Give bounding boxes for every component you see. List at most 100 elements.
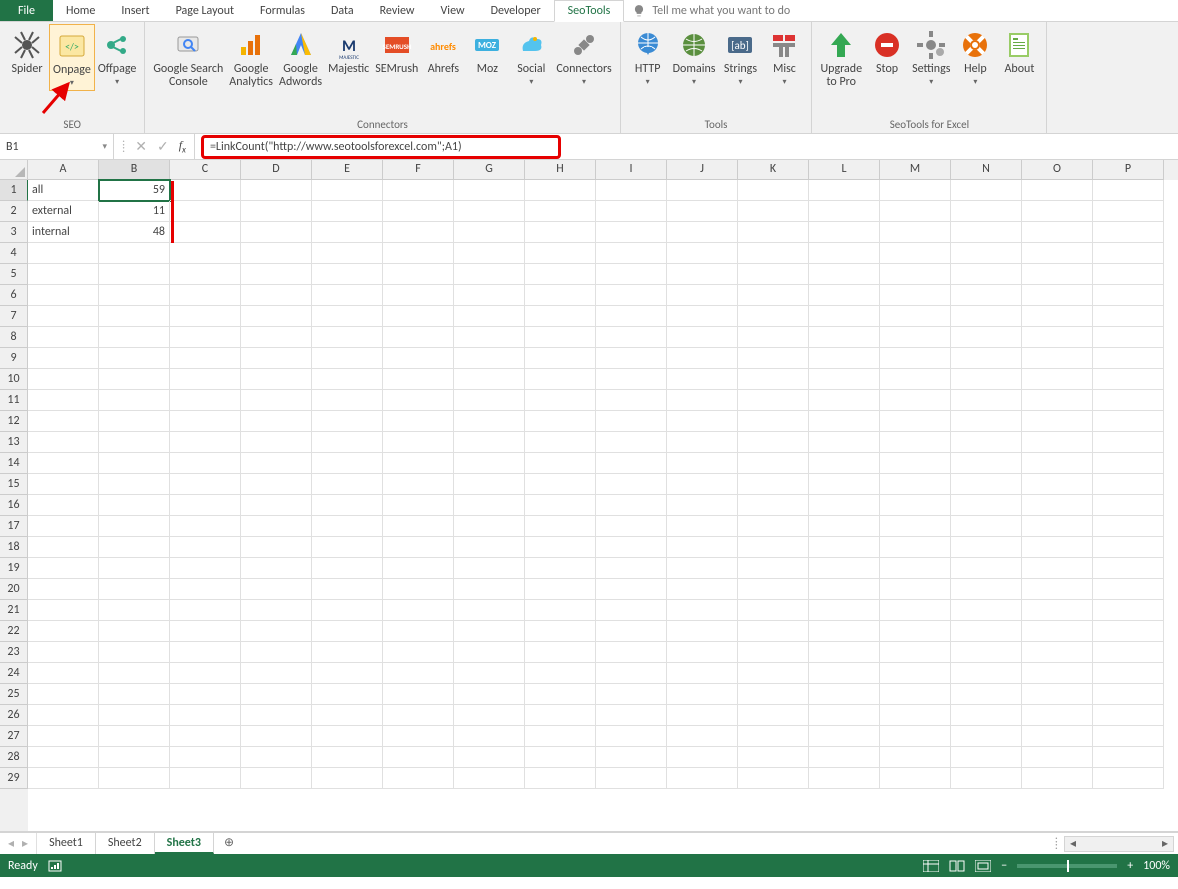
cell-P27[interactable] xyxy=(1093,726,1164,747)
cell-P10[interactable] xyxy=(1093,369,1164,390)
cell-H1[interactable] xyxy=(525,180,596,201)
cell-A3[interactable]: internal xyxy=(28,222,99,243)
cell-J8[interactable] xyxy=(667,327,738,348)
cell-K26[interactable] xyxy=(738,705,809,726)
cell-H3[interactable] xyxy=(525,222,596,243)
cell-C16[interactable] xyxy=(170,495,241,516)
cell-O28[interactable] xyxy=(1022,747,1093,768)
cell-K25[interactable] xyxy=(738,684,809,705)
cell-M24[interactable] xyxy=(880,663,951,684)
cell-A25[interactable] xyxy=(28,684,99,705)
cell-G11[interactable] xyxy=(454,390,525,411)
cancel-icon[interactable]: ✕ xyxy=(135,138,147,155)
spreadsheet-grid[interactable]: ABCDEFGHIJKLMNOP 12345678910111213141516… xyxy=(0,160,1178,832)
cell-O14[interactable] xyxy=(1022,453,1093,474)
cell-D29[interactable] xyxy=(241,768,312,789)
cell-K13[interactable] xyxy=(738,432,809,453)
cell-B13[interactable] xyxy=(99,432,170,453)
cell-L8[interactable] xyxy=(809,327,880,348)
cell-M11[interactable] xyxy=(880,390,951,411)
cell-B5[interactable] xyxy=(99,264,170,285)
cell-D27[interactable] xyxy=(241,726,312,747)
cell-A8[interactable] xyxy=(28,327,99,348)
cell-E14[interactable] xyxy=(312,453,383,474)
cell-J5[interactable] xyxy=(667,264,738,285)
cell-P13[interactable] xyxy=(1093,432,1164,453)
cell-H9[interactable] xyxy=(525,348,596,369)
cell-C18[interactable] xyxy=(170,537,241,558)
cell-B17[interactable] xyxy=(99,516,170,537)
cell-F22[interactable] xyxy=(383,621,454,642)
cell-G3[interactable] xyxy=(454,222,525,243)
cell-F23[interactable] xyxy=(383,642,454,663)
cell-C10[interactable] xyxy=(170,369,241,390)
cell-C25[interactable] xyxy=(170,684,241,705)
cell-B18[interactable] xyxy=(99,537,170,558)
cell-N6[interactable] xyxy=(951,285,1022,306)
cell-I14[interactable] xyxy=(596,453,667,474)
column-headers[interactable]: ABCDEFGHIJKLMNOP xyxy=(0,160,1178,180)
cell-L5[interactable] xyxy=(809,264,880,285)
cell-H29[interactable] xyxy=(525,768,596,789)
cell-E29[interactable] xyxy=(312,768,383,789)
cell-D4[interactable] xyxy=(241,243,312,264)
cell-L27[interactable] xyxy=(809,726,880,747)
cell-L29[interactable] xyxy=(809,768,880,789)
cell-N24[interactable] xyxy=(951,663,1022,684)
cell-A5[interactable] xyxy=(28,264,99,285)
cell-J28[interactable] xyxy=(667,747,738,768)
cell-C29[interactable] xyxy=(170,768,241,789)
cells[interactable]: all59external11internal48 xyxy=(28,180,1178,831)
col-header-G[interactable]: G xyxy=(454,160,525,180)
cell-B8[interactable] xyxy=(99,327,170,348)
cell-O15[interactable] xyxy=(1022,474,1093,495)
cell-J15[interactable] xyxy=(667,474,738,495)
cell-E9[interactable] xyxy=(312,348,383,369)
cell-G17[interactable] xyxy=(454,516,525,537)
ribbon-domains[interactable]: Domains▾ xyxy=(670,24,719,89)
cell-C27[interactable] xyxy=(170,726,241,747)
cell-G4[interactable] xyxy=(454,243,525,264)
row-header-3[interactable]: 3 xyxy=(0,222,28,243)
cell-B12[interactable] xyxy=(99,411,170,432)
col-header-F[interactable]: F xyxy=(383,160,454,180)
cell-G14[interactable] xyxy=(454,453,525,474)
cell-D1[interactable] xyxy=(241,180,312,201)
cell-I2[interactable] xyxy=(596,201,667,222)
cell-B23[interactable] xyxy=(99,642,170,663)
col-header-N[interactable]: N xyxy=(951,160,1022,180)
cell-E12[interactable] xyxy=(312,411,383,432)
cell-I6[interactable] xyxy=(596,285,667,306)
cell-B24[interactable] xyxy=(99,663,170,684)
cell-K6[interactable] xyxy=(738,285,809,306)
cell-K28[interactable] xyxy=(738,747,809,768)
cell-A2[interactable]: external xyxy=(28,201,99,222)
cell-P17[interactable] xyxy=(1093,516,1164,537)
cell-G21[interactable] xyxy=(454,600,525,621)
cell-O3[interactable] xyxy=(1022,222,1093,243)
cell-D18[interactable] xyxy=(241,537,312,558)
row-header-24[interactable]: 24 xyxy=(0,663,28,684)
cell-F24[interactable] xyxy=(383,663,454,684)
cell-I10[interactable] xyxy=(596,369,667,390)
cell-E20[interactable] xyxy=(312,579,383,600)
cell-B6[interactable] xyxy=(99,285,170,306)
col-header-O[interactable]: O xyxy=(1022,160,1093,180)
cell-E25[interactable] xyxy=(312,684,383,705)
cell-J1[interactable] xyxy=(667,180,738,201)
cell-C13[interactable] xyxy=(170,432,241,453)
cell-K8[interactable] xyxy=(738,327,809,348)
cell-I4[interactable] xyxy=(596,243,667,264)
col-header-M[interactable]: M xyxy=(880,160,951,180)
cell-C28[interactable] xyxy=(170,747,241,768)
cell-C1[interactable] xyxy=(170,180,241,201)
cell-O5[interactable] xyxy=(1022,264,1093,285)
cell-D26[interactable] xyxy=(241,705,312,726)
cell-F7[interactable] xyxy=(383,306,454,327)
cell-L18[interactable] xyxy=(809,537,880,558)
cell-J22[interactable] xyxy=(667,621,738,642)
cell-J27[interactable] xyxy=(667,726,738,747)
cell-L28[interactable] xyxy=(809,747,880,768)
cell-E3[interactable] xyxy=(312,222,383,243)
cell-A10[interactable] xyxy=(28,369,99,390)
